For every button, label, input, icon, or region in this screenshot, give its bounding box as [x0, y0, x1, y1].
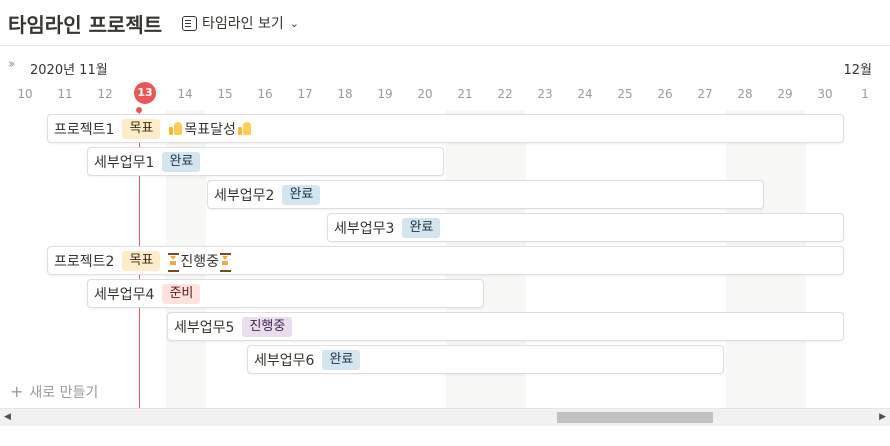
item-title: 프로젝트1 [54, 121, 115, 138]
thumbs-up-icon [168, 121, 183, 136]
status-tag: 완료 [282, 184, 321, 205]
scroll-right-arrow-icon[interactable]: ▶ [879, 412, 886, 422]
status-tag: 목표 [122, 250, 161, 271]
timeline-view-icon [182, 15, 197, 31]
timeline-item-subtask6[interactable]: 세부업무6 완료 [247, 345, 724, 374]
day-label: 28 [737, 87, 753, 101]
month-header: ›› 2020년 11월 12월 [0, 56, 890, 78]
day-label: 30 [817, 87, 833, 101]
hourglass-icon [168, 253, 180, 272]
horizontal-scrollbar[interactable]: ◀ ▶ [0, 408, 890, 426]
day-label: 22 [497, 87, 513, 101]
timeline-item-subtask1[interactable]: 세부업무1 완료 [87, 147, 444, 176]
timeline-item-project2[interactable]: 프로젝트2 목표 진행중 [47, 246, 844, 275]
item-title: 세부업무3 [334, 220, 395, 237]
page-title: 타임라인 프로젝트 [8, 13, 163, 37]
day-label: 15 [217, 87, 233, 101]
day-label: 14 [177, 87, 193, 101]
month-label-current: 2020년 11월 [30, 63, 108, 78]
scrollbar-thumb[interactable] [557, 412, 713, 423]
timeline-item-subtask2[interactable]: 세부업무2 완료 [207, 180, 764, 209]
view-switcher-button[interactable]: 타임라인 보기 ⌄ [182, 12, 299, 34]
day-label: 24 [577, 87, 593, 101]
day-label: 20 [417, 87, 433, 101]
status-tag: 준비 [162, 283, 201, 304]
status-tag: 진행중 [242, 316, 293, 337]
progress-note-text: 진행중 [180, 253, 219, 270]
status-tag: 완료 [162, 151, 201, 172]
day-label: 23 [537, 87, 553, 101]
progress-note: 진행중 [168, 251, 231, 272]
goal-note: 목표달성 [168, 119, 252, 139]
status-tag: 목표 [122, 118, 161, 139]
view-switcher-label: 타임라인 보기 [202, 16, 284, 32]
page-header: 타임라인 프로젝트 타임라인 보기 ⌄ [0, 0, 890, 46]
thumbs-up-icon [237, 121, 252, 136]
chevron-down-icon: ⌄ [289, 16, 299, 30]
day-label: 19 [377, 87, 393, 101]
day-label: 26 [657, 87, 673, 101]
today-badge: 13 [134, 82, 156, 104]
day-label: 18 [337, 87, 353, 101]
timeline-item-subtask5[interactable]: 세부업무5 진행중 [167, 312, 844, 341]
plus-icon: + [10, 382, 24, 401]
item-title: 세부업무6 [254, 352, 315, 369]
item-title: 세부업무2 [214, 187, 275, 204]
day-label: 10 [17, 87, 33, 101]
day-label: 12 [97, 87, 113, 101]
day-label: 27 [697, 87, 713, 101]
status-tag: 완료 [402, 217, 441, 238]
new-item-button[interactable]: + 새로 만들기 [10, 382, 98, 402]
timeline-item-project1[interactable]: 프로젝트1 목표 목표달성 [47, 114, 844, 143]
day-label: 1 [861, 87, 869, 101]
timeline-item-subtask4[interactable]: 세부업무4 준비 [87, 279, 484, 308]
goal-note-text: 목표달성 [184, 121, 236, 138]
day-label: 16 [257, 87, 273, 101]
timeline-item-subtask3[interactable]: 세부업무3 완료 [327, 213, 844, 242]
month-label-next: 12월 [843, 63, 872, 78]
item-title: 프로젝트2 [54, 253, 115, 270]
status-tag: 완료 [322, 349, 361, 370]
day-label: 25 [617, 87, 633, 101]
new-item-label: 새로 만들기 [29, 385, 99, 401]
day-label: 11 [57, 87, 73, 101]
scroll-left-arrow-icon[interactable]: ◀ [4, 412, 11, 422]
hourglass-icon [220, 253, 231, 272]
day-label: 21 [457, 87, 473, 101]
double-chevron-right-icon[interactable]: ›› [8, 57, 16, 72]
day-label: 17 [297, 87, 313, 101]
day-label: 29 [777, 87, 793, 101]
item-title: 세부업무1 [94, 154, 155, 171]
item-title: 세부업무5 [174, 319, 235, 336]
item-title: 세부업무4 [94, 286, 155, 303]
